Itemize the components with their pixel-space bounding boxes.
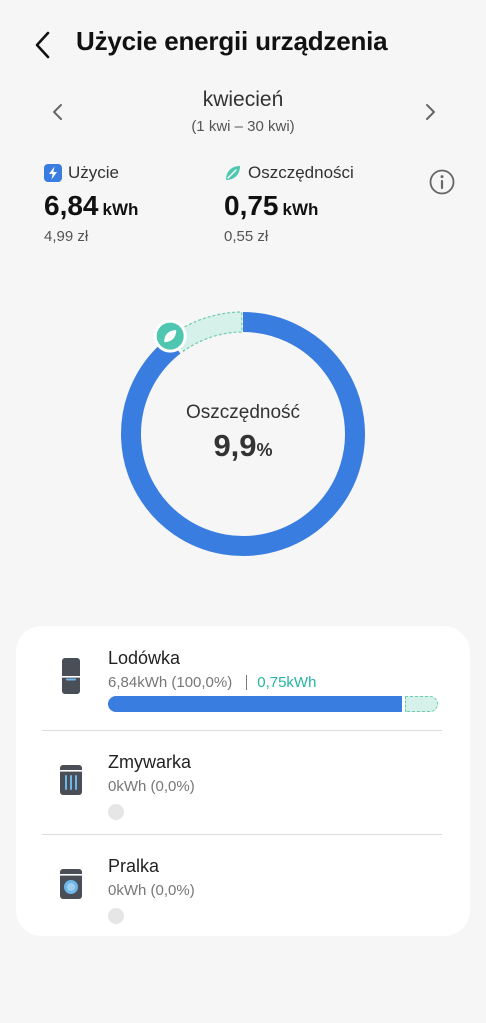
fridge-icon (62, 658, 80, 694)
saving-value: 0,75 (224, 190, 279, 221)
device-usage-text: 0kWh (0,0%) (108, 778, 195, 795)
device-usage-text: 0kWh (0,0%) (108, 882, 195, 899)
savings-donut-chart: Oszczędność 9,9% (118, 302, 368, 562)
device-usage: 0kWh (0,0%) (108, 882, 195, 899)
leaf-badge-icon (153, 319, 187, 353)
saving-bar-fill (405, 696, 438, 712)
month-navigator: kwiecień (1 kwi – 30 kwi) (0, 86, 486, 146)
donut-unit: % (256, 440, 273, 460)
usage-summary: Użycie 6,84 kWh 4,99 zł (44, 160, 138, 245)
device-saving-text: 0,75kWh (257, 674, 317, 691)
usage-label: Użycie (68, 163, 120, 182)
device-usage-bar (108, 696, 438, 712)
month-range: (1 kwi – 30 kwi) (191, 118, 295, 135)
dishwasher-icon (60, 765, 82, 795)
usage-value: 6,84 (44, 190, 99, 221)
empty-usage-indicator (108, 908, 124, 924)
app-header: Użycie energii urządzenia (0, 0, 486, 90)
device-usage-text: 6,84kWh (100,0%) (108, 674, 233, 691)
device-item-dishwasher[interactable]: Zmywarka 0kWh (0,0%) (16, 730, 470, 834)
device-name: Pralka (108, 856, 160, 876)
usage-cost: 4,99 zł (44, 228, 89, 245)
saving-unit: kWh (282, 200, 319, 219)
device-name: Lodówka (108, 648, 181, 668)
saving-summary: Oszczędności 0,75 kWh 0,55 zł (224, 160, 354, 245)
donut-label: Oszczędność (185, 402, 301, 423)
saving-cost: 0,55 zł (224, 228, 269, 245)
leaf-icon (226, 166, 240, 180)
usage-separator (246, 675, 248, 690)
device-usage: 0kWh (0,0%) (108, 778, 195, 795)
month-name: kwiecień (202, 88, 284, 111)
device-list: Lodówka 6,84kWh (100,0%) 0,75kWh Zmywark… (16, 626, 470, 936)
device-name: Zmywarka (108, 752, 192, 772)
back-arrow-icon[interactable] (30, 28, 56, 62)
next-month-icon[interactable] (418, 100, 442, 124)
device-usage: 6,84kWh (100,0%) 0,75kWh (108, 674, 316, 691)
donut-value: 9,9 (213, 428, 257, 463)
device-item-fridge[interactable]: Lodówka 6,84kWh (100,0%) 0,75kWh (16, 626, 470, 730)
donut-value-row: 9,9% (118, 428, 368, 464)
usage-bar-fill (108, 696, 402, 712)
washing-machine-icon (60, 869, 82, 899)
info-icon[interactable] (428, 168, 456, 196)
empty-usage-indicator (108, 804, 124, 820)
lightning-icon (44, 164, 62, 182)
energy-summary: Użycie 6,84 kWh 4,99 zł Oszczędności 0,7… (0, 160, 486, 260)
page-title: Użycie energii urządzenia (76, 26, 388, 56)
saving-label: Oszczędności (248, 163, 354, 182)
device-item-washing-machine[interactable]: Pralka 0kWh (0,0%) (16, 834, 470, 938)
usage-unit: kWh (102, 200, 139, 219)
